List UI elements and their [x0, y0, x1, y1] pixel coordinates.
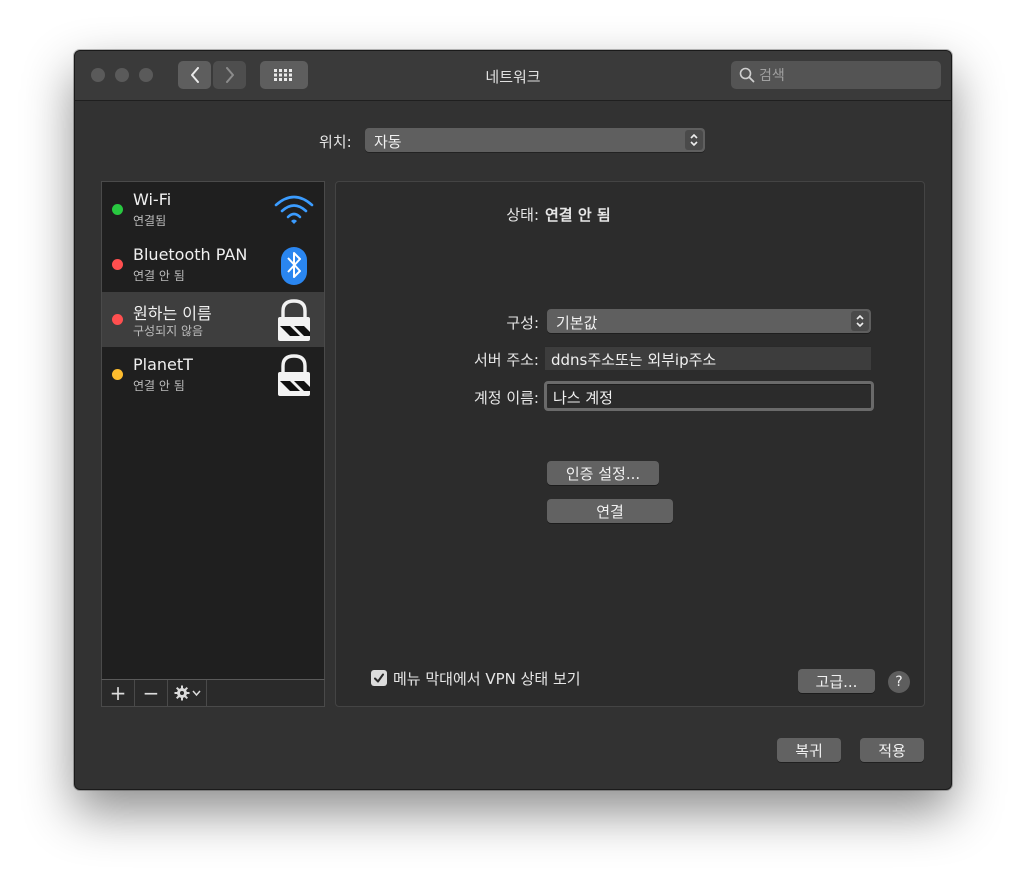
search-field[interactable]: 검색 [731, 61, 941, 89]
service-name: 원하는 이름 [133, 304, 212, 323]
location-popup[interactable]: 자동 [365, 128, 705, 152]
status-dot [112, 259, 123, 270]
show-vpn-status-checkbox[interactable] [371, 670, 387, 686]
lock-icon [278, 299, 310, 341]
authentication-settings-button[interactable]: 인증 설정... [547, 461, 659, 485]
add-service-button[interactable]: + [102, 680, 135, 706]
service-status: 연결됨 [133, 214, 167, 228]
network-preferences-window: 네트워크 검색 위치: 자동 Wi-Fi 연결됨 Bluetooth PAN 연… [74, 50, 952, 790]
gear-icon [174, 685, 189, 701]
service-status: 구성되지 않음 [133, 324, 204, 338]
server-address-field[interactable]: ddns주소또는 외부ip주소 [545, 346, 871, 370]
advanced-button[interactable]: 고급... [798, 669, 875, 693]
service-list-toolbar: + − [101, 679, 325, 707]
remove-service-button[interactable]: − [135, 680, 168, 706]
server-address-label: 서버 주소: [473, 351, 539, 369]
updown-chevron-icon [685, 130, 703, 150]
status-value: 연결 안 됨 [545, 206, 611, 224]
location-label: 위치: [319, 133, 352, 151]
status-label: 상태: [506, 206, 539, 224]
service-status: 연결 안 됨 [133, 269, 185, 283]
lock-icon [278, 354, 310, 396]
service-item-wifi[interactable]: Wi-Fi 연결됨 [102, 182, 324, 237]
chevron-down-icon [191, 690, 201, 697]
updown-chevron-icon [851, 311, 869, 331]
title-bar: 네트워크 검색 [75, 51, 951, 101]
service-item-custom-vpn[interactable]: 원하는 이름 구성되지 않음 [102, 292, 324, 347]
configuration-label: 구성: [506, 314, 539, 332]
service-list[interactable]: Wi-Fi 연결됨 Bluetooth PAN 연결 안 됨 원하는 이름 구성… [101, 181, 325, 707]
wifi-icon [274, 195, 314, 224]
action-menu-button[interactable] [168, 680, 207, 706]
service-name: Wi-Fi [133, 190, 172, 209]
location-value: 자동 [374, 133, 402, 151]
help-button[interactable]: ? [888, 671, 910, 693]
checkmark-icon [374, 673, 384, 683]
configuration-value: 기본값 [556, 314, 598, 332]
account-name-value: 나스 계정 [553, 389, 613, 407]
service-item-bluetooth-pan[interactable]: Bluetooth PAN 연결 안 됨 [102, 237, 324, 292]
apply-button[interactable]: 적용 [860, 738, 924, 762]
status-dot [112, 314, 123, 325]
service-item-planett[interactable]: PlanetT 연결 안 됨 [102, 347, 324, 402]
search-icon [739, 67, 755, 83]
status-dot [112, 369, 123, 380]
server-address-value: ddns주소또는 외부ip주소 [551, 351, 717, 369]
service-status: 연결 안 됨 [133, 379, 185, 393]
service-name: Bluetooth PAN [133, 245, 248, 264]
status-dot [112, 204, 123, 215]
show-vpn-status-label: 메뉴 막대에서 VPN 상태 보기 [393, 670, 581, 688]
account-name-field[interactable]: 나스 계정 [544, 381, 874, 411]
search-placeholder: 검색 [759, 68, 785, 84]
bluetooth-icon [281, 247, 307, 285]
service-name: PlanetT [133, 355, 193, 374]
revert-button[interactable]: 복귀 [777, 738, 841, 762]
connect-button[interactable]: 연결 [547, 499, 673, 523]
detail-pane: 상태: 연결 안 됨 구성: 기본값 서버 주소: ddns주소또는 외부ip주… [335, 181, 925, 707]
configuration-popup[interactable]: 기본값 [547, 309, 871, 333]
account-name-label: 계정 이름: [473, 389, 539, 407]
